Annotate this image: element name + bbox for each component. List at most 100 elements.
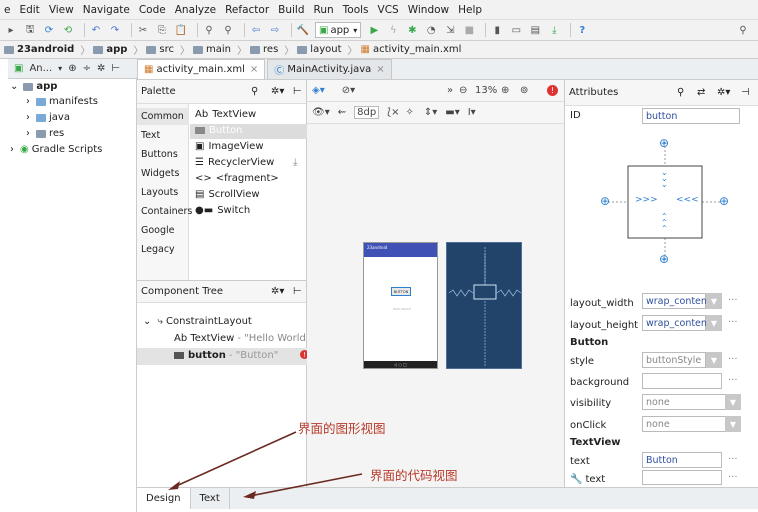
download-icon[interactable]: ⤓ (547, 23, 561, 37)
tree-item-textview[interactable]: Ab TextView - "Hello World!" (174, 333, 315, 344)
menu-run[interactable]: Run (314, 4, 334, 16)
zoom-in-icon[interactable]: ⊕ (501, 85, 509, 96)
menu-file[interactable]: e (4, 4, 10, 16)
palette-category-buttons[interactable]: Buttons (141, 149, 178, 160)
avd-manager-icon[interactable]: ▮ (490, 23, 504, 37)
gear-icon[interactable]: ✲▾ (717, 87, 730, 98)
forward-icon[interactable]: ⇨ (268, 23, 282, 37)
search-everywhere-icon[interactable]: ⚲ (736, 23, 750, 37)
palette-widget-button[interactable]: Button (195, 125, 243, 136)
menu-help[interactable]: Help (458, 4, 482, 16)
attach-debugger-icon[interactable]: ⇲ (443, 23, 457, 37)
device-monitor-icon[interactable]: ▤ (528, 23, 542, 37)
copy-icon[interactable]: ⎘ (155, 23, 169, 37)
project-view-select[interactable]: An... (29, 63, 52, 74)
attr-visibility-select[interactable]: none (642, 394, 726, 410)
tree-item-constraintlayout[interactable]: ⌄ ⤷ ConstraintLayout (143, 316, 252, 327)
attr-layout-width-select[interactable]: wrap_content (642, 293, 711, 309)
height-wrap-bottom-icon[interactable]: ⌃ ⌃ ⌃ (661, 213, 668, 233)
gear-icon[interactable]: ✲▾ (271, 86, 284, 97)
search-icon[interactable]: ⚲ (251, 86, 258, 97)
help-icon[interactable]: ? (575, 23, 589, 37)
download-icon[interactable]: ⤓ (293, 157, 297, 168)
breadcrumb-src[interactable]: src (146, 44, 174, 55)
chevron-down-icon[interactable]: ▼ (706, 293, 722, 309)
layers-icon[interactable]: ◈▾ (312, 85, 325, 96)
more-options-icon[interactable]: ··· (728, 472, 738, 483)
palette-category-layouts[interactable]: Layouts (141, 187, 178, 198)
expand-icon[interactable]: » (447, 85, 453, 96)
swap-view-icon[interactable]: ⇄ (697, 87, 705, 98)
height-wrap-top-icon[interactable]: ⌄ ⌄ ⌄ (661, 169, 668, 189)
guidelines-icon[interactable]: Ⅰ▾ (468, 107, 476, 118)
breadcrumb-main[interactable]: main (193, 44, 231, 55)
hide-icon[interactable]: ⊣ (741, 87, 750, 98)
blueprint-preview[interactable] (446, 242, 522, 369)
add-constraint-bottom-icon[interactable]: ⊕ (659, 252, 669, 266)
tree-item-manifests[interactable]: › manifests (26, 96, 98, 107)
chevron-down-icon[interactable]: ▼ (725, 416, 741, 432)
menu-tools[interactable]: Tools (343, 4, 369, 16)
palette-widget-switch[interactable]: ●▬ Switch (195, 205, 250, 216)
width-wrap-left-icon[interactable]: >>> (635, 195, 658, 205)
back-icon[interactable]: ⇦ (249, 23, 263, 37)
search-icon[interactable]: ⚲ (677, 87, 684, 98)
orientation-icon[interactable]: ⊘▾ (342, 85, 355, 96)
palette-category-legacy[interactable]: Legacy (141, 244, 175, 255)
hide-icon[interactable]: ⊢ (293, 286, 302, 297)
profile-icon[interactable]: ◔ (424, 23, 438, 37)
debug-icon[interactable]: ✱ (405, 23, 419, 37)
build-hammer-icon[interactable]: 🔨 (296, 23, 310, 37)
gear-icon[interactable]: ✲ (97, 63, 105, 74)
add-constraint-right-icon[interactable]: ⊕ (719, 194, 729, 208)
chevron-down-icon[interactable]: ▼ (706, 315, 722, 331)
close-icon[interactable]: × (376, 64, 384, 75)
gradle-sync-icon[interactable]: ⟲ (61, 23, 75, 37)
breadcrumb-app[interactable]: app (93, 44, 127, 55)
attr-layout-height-select[interactable]: wrap_content (642, 315, 711, 331)
palette-category-common[interactable]: Common (141, 111, 184, 122)
breadcrumb-project[interactable]: 23android (4, 44, 74, 55)
palette-widget-imageview[interactable]: ▣ ImageView (195, 141, 264, 152)
sync-icon[interactable]: ⟳ (42, 23, 56, 37)
attr-id-input[interactable]: button (642, 108, 740, 124)
tab-text[interactable]: Text (191, 488, 230, 509)
menu-build[interactable]: Build (278, 4, 304, 16)
tree-item-java[interactable]: › java (26, 112, 70, 123)
width-wrap-right-icon[interactable]: <<< (676, 195, 699, 205)
menu-edit[interactable]: Edit (19, 4, 39, 16)
menu-window[interactable]: Window (408, 4, 449, 16)
more-options-icon[interactable]: ··· (728, 354, 738, 365)
tree-item-app[interactable]: ⌄ app (10, 81, 57, 92)
collapse-icon[interactable]: ÷ (83, 63, 91, 74)
save-icon[interactable]: 🖫 (23, 23, 37, 37)
chevron-down-icon[interactable]: ▼ (706, 352, 722, 368)
find-icon[interactable]: ⚲ (202, 23, 216, 37)
stop-icon[interactable]: ■ (462, 23, 476, 37)
hide-icon[interactable]: ⊢ (293, 86, 302, 97)
autoconnect-icon[interactable]: ⇜ (338, 107, 346, 118)
attr-style-select[interactable]: buttonStyle (642, 352, 706, 368)
palette-widget-fragment[interactable]: <> <fragment> (195, 173, 279, 184)
palette-widget-scrollview[interactable]: ▤ ScrollView (195, 189, 260, 200)
undo-icon[interactable]: ↶ (89, 23, 103, 37)
paste-icon[interactable]: 📋 (174, 23, 188, 37)
tree-item-gradle-scripts[interactable]: › ◉ Gradle Scripts (10, 144, 102, 155)
cut-icon[interactable]: ✂ (136, 23, 150, 37)
pack-icon[interactable]: ⇕▾ (424, 107, 437, 118)
apply-changes-icon[interactable]: ϟ (386, 23, 400, 37)
zoom-out-icon[interactable]: ⊖ (459, 85, 467, 96)
redo-icon[interactable]: ↷ (108, 23, 122, 37)
chevron-down-icon[interactable]: ▾ (58, 64, 62, 73)
tab-activity-main-xml[interactable]: ▦ activity_main.xml × (137, 59, 266, 79)
attr-tools-text-input[interactable] (642, 470, 722, 485)
hide-icon[interactable]: ⊢ (111, 63, 120, 74)
chevron-down-icon[interactable]: ▼ (725, 394, 741, 410)
zoom-fit-icon[interactable]: ⊚ (520, 85, 528, 96)
more-options-icon[interactable]: ··· (728, 454, 738, 465)
clear-constraints-icon[interactable]: ⟅× (387, 107, 399, 118)
attr-onclick-select[interactable]: none (642, 416, 726, 432)
palette-widget-recyclerview[interactable]: ☰ RecyclerView ⤓ (195, 157, 297, 168)
attr-text-input[interactable]: Button (642, 452, 722, 468)
menu-code[interactable]: Code (139, 4, 166, 16)
